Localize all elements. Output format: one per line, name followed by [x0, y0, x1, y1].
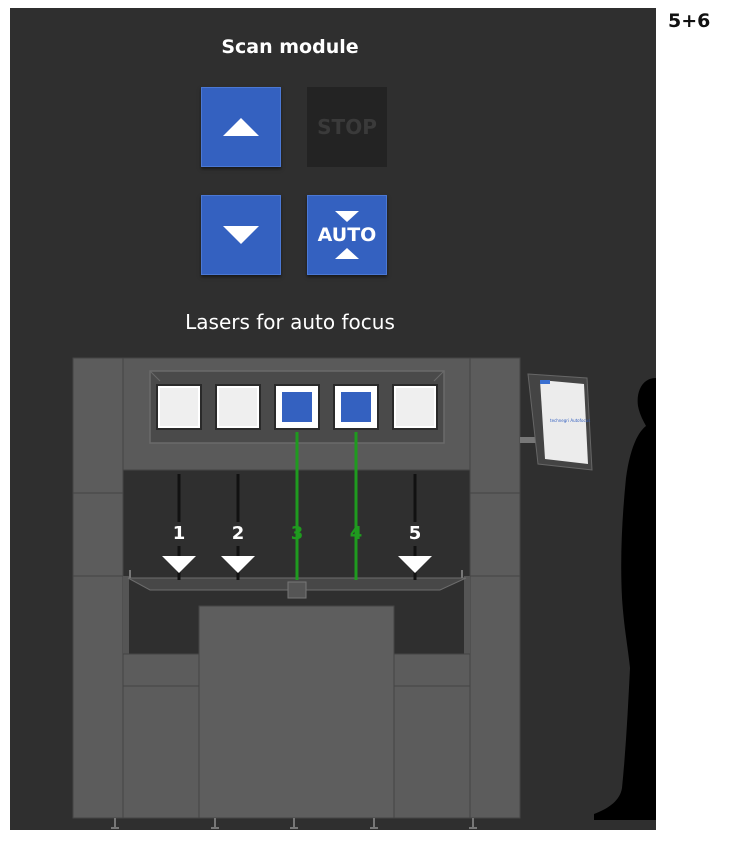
move-up-button[interactable] — [201, 87, 281, 167]
arrow-down-small-icon — [335, 211, 359, 222]
laser-window-inner — [160, 388, 198, 426]
auto-label: AUTO — [317, 224, 377, 246]
scanner-machine-illustration: technegri Autofocus 1 2 3 4 5 — [72, 357, 656, 829]
laser-number: 2 — [232, 523, 245, 544]
laser-number: 3 — [291, 523, 304, 544]
lasers-heading: Lasers for auto focus — [185, 310, 395, 334]
auto-button[interactable]: AUTO — [307, 195, 387, 275]
laser-number: 5 — [409, 523, 422, 544]
laser-unit-2: 2 — [215, 384, 261, 580]
laser-unit-3: 3 — [274, 384, 320, 580]
laser-window-inner — [396, 388, 434, 426]
arrow-down-icon — [223, 226, 259, 244]
laser-marker-triangle — [398, 556, 432, 573]
laser-active-indicator — [341, 392, 371, 422]
arrow-up-icon — [223, 118, 259, 136]
person-silhouette — [594, 378, 656, 820]
laser-number: 4 — [350, 523, 363, 544]
arrow-up-small-icon — [335, 248, 359, 259]
laser-active-indicator — [282, 392, 312, 422]
page-number: 5+6 — [668, 10, 711, 32]
move-down-button[interactable] — [201, 195, 281, 275]
scan-module-panel: Scan module STOP AUTO Lasers for auto fo… — [10, 8, 656, 830]
stop-label: STOP — [317, 115, 377, 139]
panel-title: Scan module — [221, 36, 359, 58]
laser-marker-triangle — [221, 556, 255, 573]
laser-unit-4: 4 — [333, 384, 379, 580]
laser-unit-1: 1 — [156, 384, 202, 580]
laser-window-inner — [219, 388, 257, 426]
laser-unit-5: 5 — [392, 384, 438, 580]
laser-number: 1 — [173, 523, 186, 544]
monitor-screen-text: technegri Autofocus — [550, 418, 590, 423]
touchscreen-monitor: technegri Autofocus — [520, 373, 593, 471]
stop-button[interactable]: STOP — [307, 87, 387, 167]
laser-marker-triangle — [162, 556, 196, 573]
